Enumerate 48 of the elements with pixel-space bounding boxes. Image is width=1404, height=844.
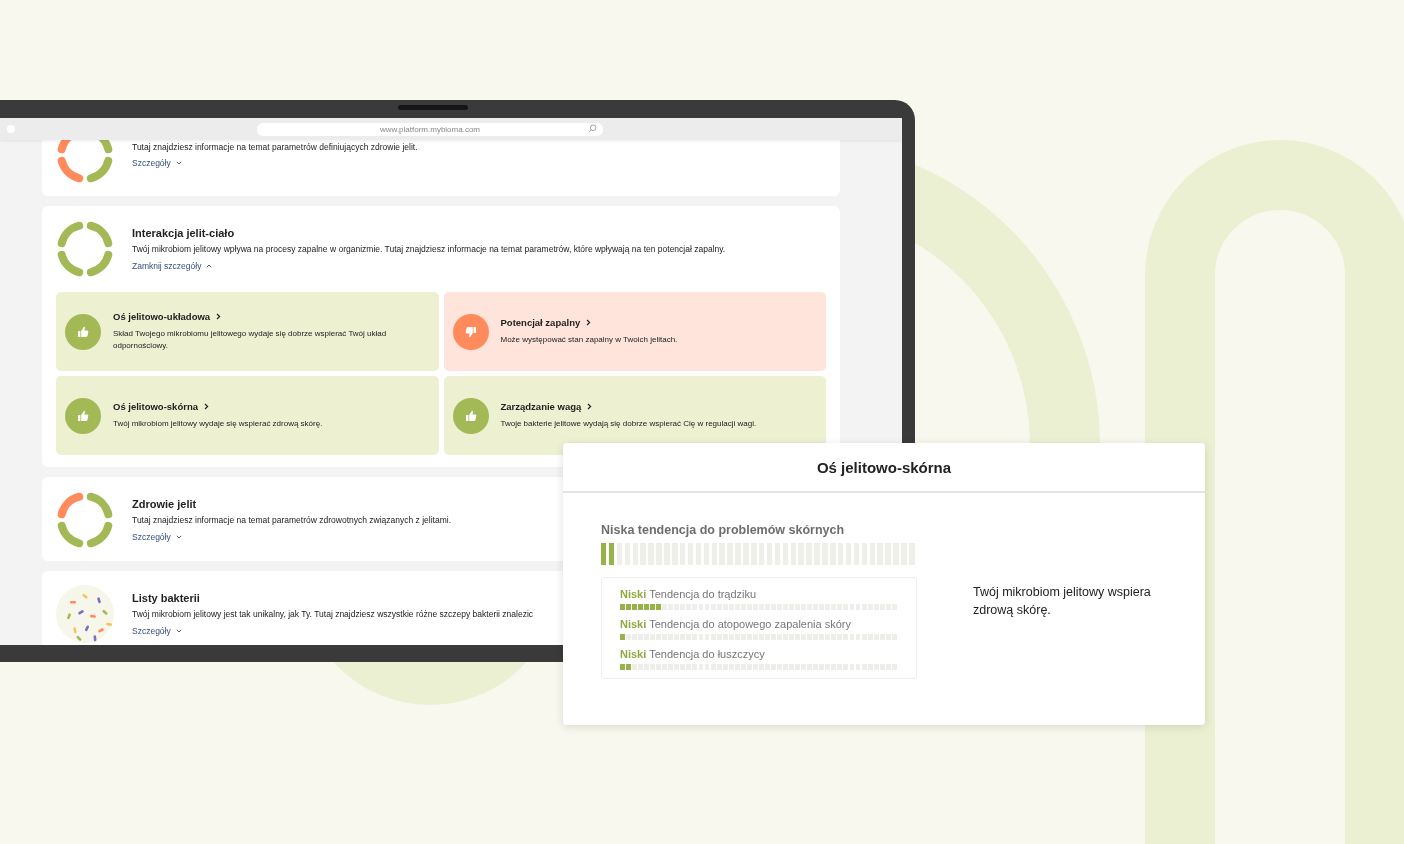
tile-title: Oś jelitowo-układowa — [113, 310, 423, 322]
bacteria-drawing — [56, 585, 114, 643]
sub-score-label: Niski Tendencja do atopowego zapalenia skóry — [620, 618, 852, 630]
tile-description: Może występować stan zapalny w Twoich jelitach. — [500, 333, 678, 346]
sub-score-label: Niski Tendencja do trądziku — [620, 588, 758, 600]
tile-title: Potencjał zapalny — [500, 316, 678, 328]
details-toggle-link[interactable]: Szczegóły — [132, 158, 182, 168]
section-title: Zdrowie jelit — [132, 498, 197, 511]
section-description: Twój mikrobiom jelitowy jest tak unikalny, jak Ty. Tutaj znajdziesz wszystkie różne szczepy bakterii znalezic — [132, 609, 534, 621]
category-tile[interactable]: Potencjał zapalny Może występować stan zapalny w Twoich jelitach. — [443, 292, 826, 371]
sub-score-label: Niski Tendencja do łuszczycy — [620, 648, 766, 660]
chevron-down-icon — [175, 534, 182, 539]
tile-description: Twój mikrobiom jelitowy wydaje się wspierać zdrową skórę. — [113, 417, 323, 430]
chevron-up-icon — [206, 263, 213, 268]
thumbs-up-icon — [65, 397, 101, 434]
section-description: Twój mikrobiom jelitowy wpływa na procesy zapalne w organizmie. Tutaj znajdziesz informacje na temat parametrów, które wpływają na ten potencjał zapalny. — [132, 244, 726, 256]
url-text: www.platform.mybioma.com — [380, 124, 480, 134]
chevron-right-icon — [216, 312, 222, 320]
thumbs-up-icon — [452, 397, 489, 434]
section-title: Interakcja jelit-ciało — [132, 227, 235, 240]
address-bar[interactable]: www.platform.mybioma.com — [257, 122, 603, 136]
chevron-down-icon — [175, 628, 182, 633]
category-tile[interactable]: Oś jelitowo-układowa Skład Twojego mikrobiomu jelitowego wydaje się dobrze wspierać Twój układ odpornościowy. — [56, 292, 439, 371]
search-icon[interactable] — [588, 124, 597, 133]
thumbs-up-icon — [65, 313, 101, 350]
chevron-down-icon — [175, 161, 182, 165]
tile-title: Zarządzanie wagą — [500, 400, 757, 412]
score-ring-icon — [56, 491, 114, 549]
thumbs-down-icon — [452, 313, 489, 350]
meter-label: Niska tendencja do problemów skórnych — [601, 523, 846, 537]
details-toggle-link[interactable]: Szczegóły — [132, 625, 182, 636]
chevron-right-icon — [587, 402, 593, 410]
score-ring-icon — [56, 220, 114, 278]
tile-title: Oś jelitowo-skórna — [113, 400, 323, 412]
summary-text: Twój mikrobiom jelitowy wspiera zdrową skórę. — [973, 584, 1152, 620]
details-toggle-link[interactable]: Zamknij szczegóły — [132, 260, 213, 271]
tile-description: Twoje bakterie jelitowe wydają się dobrze wspierać Cię w regulacji wagi. — [500, 417, 757, 430]
section-description: Tutaj znajdziesz informacje na temat parametrów definiujących zdrowie jelit. — [132, 141, 418, 153]
popup-title: Oś jelitowo-skórna — [816, 458, 952, 476]
section-title: Listy bakterii — [132, 592, 200, 605]
details-toggle-link[interactable]: Szczegóły — [132, 531, 182, 542]
tile-description: Skład Twojego mikrobiomu jelitowego wydaje się dobrze wspierać Twój układ odpornościowy. — [113, 327, 388, 352]
score-ring-icon — [56, 140, 114, 184]
category-tile[interactable]: Oś jelitowo-skórna Twój mikrobiom jelitowy wydaje się wspierać zdrową skórę. — [56, 376, 439, 455]
chevron-right-icon — [204, 402, 209, 410]
section-description: Tutaj znajdziesz informacje na temat parametrów zdrowotnych związanych z jelitami. — [132, 515, 452, 527]
category-tile[interactable]: Zarządzanie wagą Twoje bakterie jelitowe wydają się dobrze wspierać Cię w regulacji wagi. — [443, 376, 826, 455]
chevron-right-icon — [586, 318, 592, 326]
